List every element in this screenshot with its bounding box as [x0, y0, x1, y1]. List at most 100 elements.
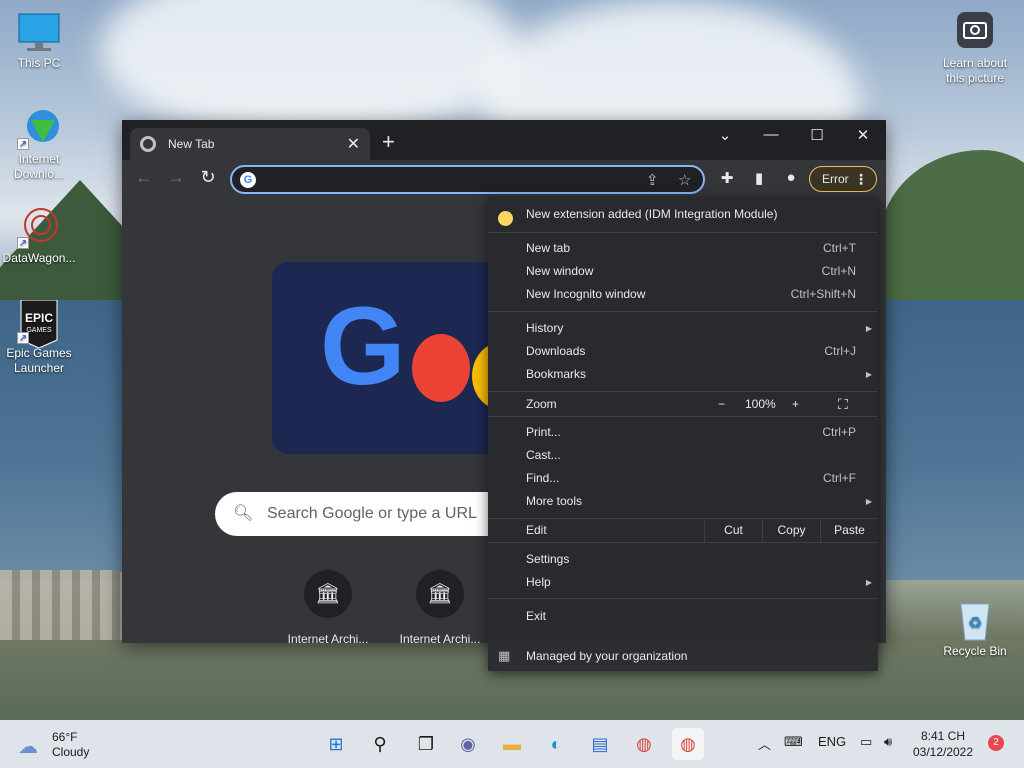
profile-avatar-icon[interactable]: ● [780, 169, 802, 186]
taskbar: ☁ 66°F Cloudy ⊞ ⚲ ❐ ◉ ▬ ◐ ▤ ◍ ◍ ︿ ⌨ ENG … [0, 720, 1024, 768]
chrome-favicon-icon [140, 136, 156, 152]
doodle-g-letter: G [320, 285, 406, 408]
desktop-icon-datawagon[interactable]: ↗ DataWagon... [0, 205, 78, 266]
fullscreen-icon[interactable]: ⛶ [838, 393, 848, 416]
menu-item-label: Zoom [526, 397, 557, 411]
menu-item-find[interactable]: Find... Ctrl+F [488, 467, 878, 490]
desktop-icon-label: Recycle Bin [943, 644, 1007, 658]
volume-icon[interactable]: 🔊︎ [884, 734, 892, 750]
menu-item-managed[interactable]: ▦ Managed by your organization [488, 641, 878, 671]
archive-icon: 🏛︎ [416, 570, 464, 618]
menu-item-label: Edit [526, 523, 547, 537]
desktop-icon-this-pc[interactable]: This PC [0, 10, 78, 71]
tab-new-tab[interactable]: New Tab ✕ [130, 128, 370, 160]
desktop-icon-label: Internet Downlo... [13, 152, 65, 181]
menu-item-print[interactable]: Print... Ctrl+P [488, 421, 878, 444]
shortcut-tile[interactable]: 🏛︎ Internet Archi... [278, 570, 378, 646]
language-indicator[interactable]: ENG [818, 734, 846, 749]
menu-item-more-tools[interactable]: More tools ▶ [488, 490, 878, 513]
chrome-profile-app-icon[interactable]: ◍ [672, 728, 704, 760]
menu-item-new-tab[interactable]: New tab Ctrl+T [488, 237, 878, 260]
clock-date: 03/12/2022 [912, 745, 974, 759]
start-button[interactable]: ⊞ [320, 728, 352, 760]
menu-item-extension-notice[interactable]: New extension added (IDM Integration Mod… [488, 203, 878, 226]
share-icon[interactable]: ⇪ [646, 171, 659, 189]
menu-item-shortcut: Ctrl+N [821, 264, 856, 278]
menu-item-settings[interactable]: Settings [488, 548, 878, 571]
tab-title: New Tab [168, 137, 215, 151]
close-tab-icon[interactable]: ✕ [347, 134, 360, 154]
shortcut-label: Internet Archi... [399, 632, 481, 646]
forward-button[interactable]: → [164, 167, 188, 188]
menu-item-shortcut: Ctrl+Shift+N [790, 287, 856, 301]
file-explorer-icon[interactable]: ▬ [496, 728, 528, 760]
back-button[interactable]: ← [132, 167, 156, 188]
zoom-in-button[interactable]: + [792, 393, 799, 416]
menu-item-label: History [526, 321, 564, 335]
menu-item-new-incognito[interactable]: New Incognito window Ctrl+Shift+N [488, 283, 878, 306]
menu-item-shortcut: Ctrl+F [823, 471, 856, 485]
desktop-icon-recycle-bin[interactable]: ♻ Recycle Bin [936, 598, 1014, 659]
menu-item-history[interactable]: History ▶ [488, 317, 878, 340]
search-taskbar-icon[interactable]: ⚲ [364, 728, 396, 760]
menu-item-label: More tools [526, 494, 583, 508]
more-menu-icon[interactable]: ⋮ [854, 167, 868, 191]
epic-games-icon: EPIC GAMES ↗ [17, 299, 61, 349]
bookmark-star-icon[interactable]: ☆ [678, 171, 691, 189]
maximize-button[interactable]: ☐ [802, 126, 832, 144]
recycle-bin-icon: ♻ [953, 598, 997, 642]
search-box[interactable]: 🔍︎ Search Google or type a URL [215, 492, 515, 536]
svg-text:♻: ♻ [968, 615, 982, 632]
idm-icon: ↗ [17, 106, 61, 150]
omnibox-input[interactable] [264, 170, 634, 190]
menu-item-help[interactable]: Help ▶ [488, 571, 878, 594]
desktop-icon-epic-games[interactable]: EPIC GAMES ↗ Epic Games Launcher [0, 299, 78, 376]
notification-badge[interactable]: 2 [988, 735, 1004, 751]
menu-item-label: Find... [526, 471, 560, 485]
reload-button[interactable]: ↻ [196, 167, 220, 188]
menu-item-shortcut: Ctrl+J [824, 344, 856, 358]
datawagon-icon: ↗ [17, 205, 61, 249]
cut-button[interactable]: Cut [704, 519, 762, 543]
menu-item-exit[interactable]: Exit [488, 605, 878, 628]
chat-icon[interactable]: ◉ [452, 728, 484, 760]
minimize-button[interactable]: — [756, 126, 786, 143]
network-icon[interactable]: ▭ [860, 734, 872, 750]
submenu-arrow-icon: ▶ [865, 324, 872, 333]
desktop-icon-learn-about-picture[interactable]: Learn about this picture [936, 10, 1014, 86]
search-icon: 🔍︎ [233, 505, 254, 522]
desktop-icon-idm[interactable]: ↗ Internet Downlo... [0, 106, 78, 182]
shortcut-tile[interactable]: 🏛︎ Internet Archi... [390, 570, 490, 646]
chrome-app-icon[interactable]: ◍ [628, 728, 660, 760]
close-window-button[interactable]: ✕ [848, 126, 878, 144]
menu-item-bookmarks[interactable]: Bookmarks ▶ [488, 363, 878, 386]
error-button[interactable]: Error ⋮ [809, 166, 877, 192]
menu-item-edit: Edit Cut Copy Paste [488, 519, 878, 543]
error-label: Error [822, 172, 849, 186]
menu-item-label: New extension added (IDM Integration Mod… [526, 207, 778, 221]
new-tab-button[interactable]: + [382, 129, 395, 155]
weather-temp: 66°F [52, 730, 78, 744]
menu-item-label: Settings [526, 552, 570, 566]
menu-item-downloads[interactable]: Downloads Ctrl+J [488, 340, 878, 363]
weather-widget[interactable]: ☁ 66°F Cloudy [14, 730, 104, 759]
extensions-puzzle-icon[interactable]: ✚ [716, 169, 738, 187]
shortcut-arrow-icon: ↗ [17, 332, 29, 344]
address-bar[interactable]: G ⇪ ☆ [230, 165, 705, 194]
show-hidden-icons-chevron-icon[interactable]: ︿ [758, 734, 771, 753]
clock[interactable]: 8:41 CH 03/12/2022 [912, 728, 974, 760]
task-view-icon[interactable]: ❐ [410, 728, 442, 760]
paste-button[interactable]: Paste [820, 519, 878, 543]
menu-item-cast[interactable]: Cast... [488, 444, 878, 467]
side-panel-icon[interactable]: ▮ [748, 169, 770, 187]
desktop-icon-label: Epic Games Launcher [6, 346, 72, 375]
menu-item-new-window[interactable]: New window Ctrl+N [488, 260, 878, 283]
menu-item-label: New tab [526, 241, 571, 255]
zoom-out-button[interactable]: − [718, 393, 725, 416]
svg-text:GAMES: GAMES [26, 327, 52, 334]
store-icon[interactable]: ▤ [584, 728, 616, 760]
keyboard-icon[interactable]: ⌨ [784, 734, 803, 750]
edge-icon[interactable]: ◐ [540, 728, 572, 760]
copy-button[interactable]: Copy [762, 519, 820, 543]
tab-search-icon[interactable]: ⌄ [710, 126, 740, 144]
